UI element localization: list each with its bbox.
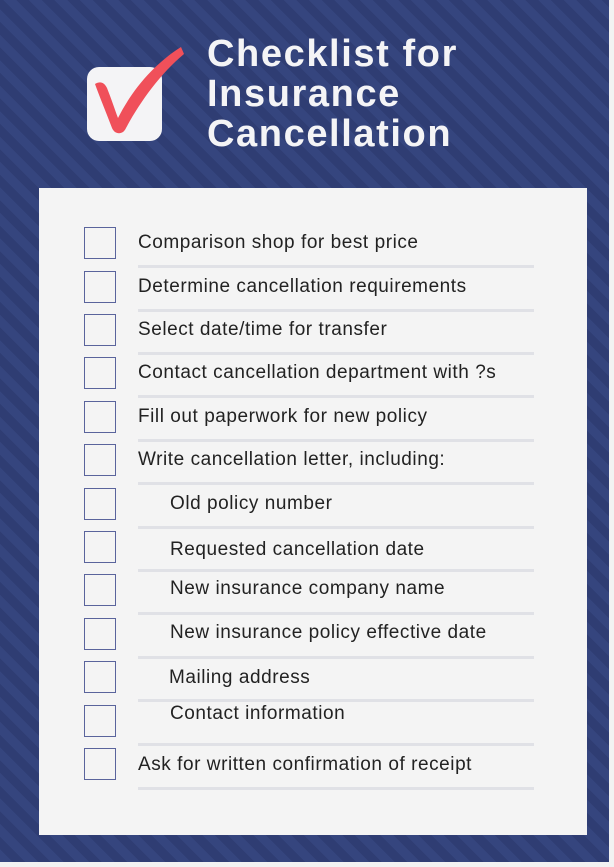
- checklist-subitem[interactable]: Contact information: [39, 703, 587, 749]
- divider-line: [138, 612, 534, 615]
- checklist-item-label: Contact cancellation department with ?s: [138, 362, 497, 383]
- checklist-subitem[interactable]: Mailing address: [39, 661, 587, 705]
- checkbox[interactable]: [84, 314, 116, 346]
- checkbox[interactable]: [84, 705, 116, 737]
- divider-line: [138, 309, 534, 312]
- divider-line: [138, 526, 534, 529]
- checklist-item-label: Ask for written confirmation of receipt: [138, 754, 473, 775]
- page-title: Checklist for Insurance Cancellation: [207, 34, 458, 154]
- divider-line: [138, 656, 534, 659]
- checklist-card: Comparison shop for best price Determine…: [39, 188, 587, 835]
- checkbox[interactable]: [84, 357, 116, 389]
- checklist-item-label: Old policy number: [170, 493, 333, 514]
- checkbox[interactable]: [84, 444, 116, 476]
- checklist-item[interactable]: Comparison shop for best price: [39, 227, 587, 271]
- checklist-item[interactable]: Select date/time for transfer: [39, 314, 587, 358]
- divider-line: [138, 482, 534, 485]
- checklist-item[interactable]: Write cancellation letter, including:: [39, 444, 587, 488]
- checkbox[interactable]: [84, 227, 116, 259]
- divider-line: [138, 569, 534, 572]
- checkbox[interactable]: [84, 748, 116, 780]
- checklist-subitem[interactable]: Requested cancellation date: [39, 531, 587, 575]
- checklist-item-label: Comparison shop for best price: [138, 232, 419, 253]
- checklist-subitem[interactable]: New insurance policy effective date: [39, 618, 587, 662]
- checklist-item[interactable]: Determine cancellation requirements: [39, 271, 587, 315]
- checklist-item-label: Write cancellation letter, including:: [138, 449, 446, 470]
- checklist-item[interactable]: Fill out paperwork for new policy: [39, 401, 587, 445]
- divider-line: [138, 699, 534, 702]
- poster-background: Checklist for Insurance Cancellation Com…: [0, 0, 609, 862]
- checklist-subitem[interactable]: Old policy number: [39, 488, 587, 532]
- checklist-item-label: New insurance company name: [170, 578, 446, 599]
- divider-line: [138, 265, 534, 268]
- checkbox[interactable]: [84, 574, 116, 606]
- checklist-item[interactable]: Contact cancellation department with ?s: [39, 357, 587, 401]
- checklist-item[interactable]: Ask for written confirmation of receipt: [39, 748, 587, 792]
- checkbox[interactable]: [84, 618, 116, 650]
- checkbox[interactable]: [84, 661, 116, 693]
- divider-line: [138, 395, 534, 398]
- checkbox-checked-icon: [87, 47, 184, 141]
- checkbox[interactable]: [84, 271, 116, 303]
- title-line-2: Insurance: [207, 73, 401, 115]
- checklist-item-label: Requested cancellation date: [170, 539, 425, 560]
- checklist-item-label: Mailing address: [169, 667, 311, 688]
- checkbox[interactable]: [84, 401, 116, 433]
- checklist-item-label: Fill out paperwork for new policy: [138, 406, 428, 427]
- title-line-1: Checklist for: [207, 33, 458, 75]
- checkbox[interactable]: [84, 531, 116, 563]
- checkbox[interactable]: [84, 488, 116, 520]
- checklist-subitem[interactable]: New insurance company name: [39, 574, 587, 618]
- checklist-item-label: Determine cancellation requirements: [138, 276, 467, 297]
- divider-line: [138, 352, 534, 355]
- divider-line: [138, 787, 534, 790]
- title-line-3: Cancellation: [207, 113, 453, 155]
- checklist-item-label: Contact information: [170, 703, 346, 724]
- checklist-item-label: New insurance policy effective date: [170, 622, 487, 643]
- divider-line: [138, 439, 534, 442]
- checklist-item-label: Select date/time for transfer: [138, 319, 388, 340]
- divider-line: [138, 743, 534, 746]
